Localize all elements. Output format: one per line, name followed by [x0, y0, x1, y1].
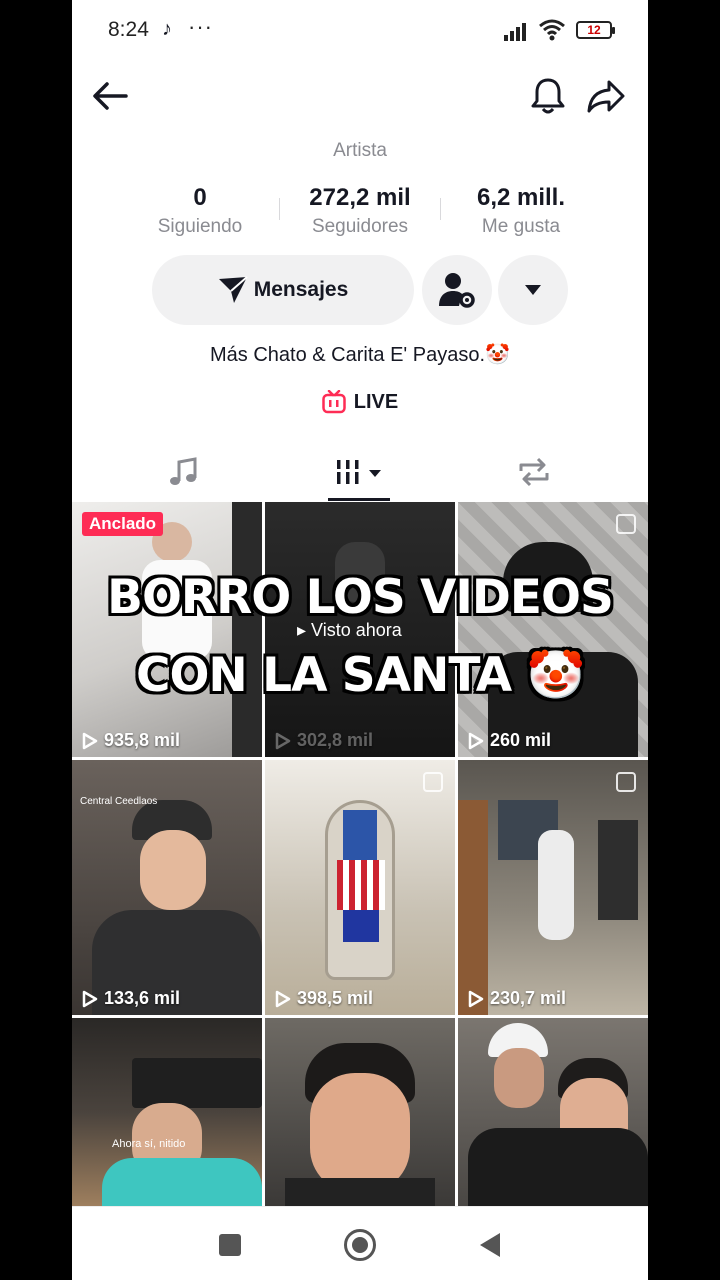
user-gear-icon	[439, 273, 475, 308]
multi-photo-icon	[423, 772, 443, 792]
status-time: 8:24	[108, 18, 149, 41]
video-grid: Anclado 935,8 mil ▸ Visto ahora 302,8 mi…	[72, 502, 648, 1206]
profile-tabs	[72, 440, 648, 502]
phone-screen: 8:24 ♪ ··· 12 Artista 0 Siguiendo 272,2 …	[72, 0, 648, 1280]
live-label: LIVE	[353, 390, 399, 413]
back-arrow-icon[interactable]	[88, 74, 132, 118]
live-link[interactable]: LIVE	[72, 390, 648, 414]
video-views: 302,8 mil	[275, 730, 373, 751]
battery-icon: 12	[576, 21, 615, 39]
video-view-count: 398,5 mil	[297, 988, 374, 1008]
repost-icon	[519, 457, 549, 487]
system-nav-bar	[72, 1206, 648, 1280]
stat-value: 0	[193, 184, 207, 211]
video-view-count: 133,6 mil	[104, 988, 181, 1008]
stat-following[interactable]: 0 Siguiendo	[120, 184, 280, 238]
play-outline-icon	[275, 732, 291, 749]
back-triangle-icon	[480, 1233, 500, 1257]
play-outline-icon	[82, 990, 98, 1007]
stat-value: 272,2 mil	[309, 184, 411, 211]
profile-bio: Más Chato & Carita E' Payaso.🤡	[210, 344, 510, 366]
video-thumbnail[interactable]	[458, 1018, 648, 1206]
stat-label: Me gusta	[481, 216, 561, 237]
play-outline-icon	[468, 990, 484, 1007]
live-tv-icon	[322, 390, 346, 414]
video-views: 133,6 mil	[82, 988, 180, 1009]
video-views: 260 mil	[468, 730, 551, 751]
recents-button[interactable]	[212, 1227, 248, 1263]
wifi-icon	[539, 19, 565, 41]
follow-settings-button[interactable]	[422, 255, 492, 325]
bell-icon[interactable]	[526, 74, 570, 118]
video-view-count: 302,8 mil	[297, 730, 374, 750]
more-notifications-icon: ···	[188, 14, 213, 39]
tab-music[interactable]	[152, 448, 216, 496]
back-button[interactable]	[472, 1227, 508, 1263]
video-view-count: 230,7 mil	[490, 988, 567, 1008]
video-thumbnail[interactable]: 260 mil	[458, 502, 648, 757]
recents-square-icon	[219, 1234, 241, 1256]
send-icon	[218, 276, 248, 303]
video-thumbnail[interactable]: Anclado 935,8 mil	[72, 502, 262, 757]
messages-button[interactable]: Mensajes	[152, 255, 414, 325]
tab-videos[interactable]	[328, 448, 392, 496]
stat-value: 6,2 mill.	[476, 184, 566, 211]
play-outline-icon	[275, 990, 291, 1007]
more-dropdown-button[interactable]	[498, 255, 568, 325]
profile-stats: 0 Siguiendo 272,2 mil Seguidores 6,2 mil…	[72, 184, 648, 244]
tiktok-notification-icon: ♪	[162, 18, 172, 40]
video-views: 230,7 mil	[468, 988, 566, 1009]
pinned-badge: Anclado	[82, 512, 164, 536]
video-caption: Ahora sí, nitido	[112, 1138, 186, 1150]
videos-grid-icon	[335, 460, 381, 484]
stat-label: Siguiendo	[157, 216, 243, 237]
overlay-text-line1: BORRO LOS VIDEOS	[107, 570, 614, 625]
video-view-count: 260 mil	[490, 730, 552, 750]
share-icon[interactable]	[584, 74, 628, 118]
video-views: 935,8 mil	[82, 730, 180, 751]
video-caption: Central Ceedlaos	[80, 796, 158, 807]
multi-photo-icon	[616, 772, 636, 792]
tab-reposts[interactable]	[502, 448, 566, 496]
video-view-count: 935,8 mil	[104, 730, 181, 750]
stat-likes[interactable]: 6,2 mill. Me gusta	[441, 184, 601, 238]
video-thumbnail[interactable]: 398,5 mil	[265, 760, 455, 1015]
home-button[interactable]	[342, 1227, 378, 1263]
profile-category: Artista	[333, 140, 387, 161]
overlay-text-line2: CON LA SANTA 🤡	[135, 648, 585, 703]
stat-followers[interactable]: 272,2 mil Seguidores	[280, 184, 440, 238]
play-outline-icon	[468, 732, 484, 749]
stat-label: Seguidores	[311, 216, 409, 237]
music-note-icon	[170, 457, 197, 485]
caret-down-icon	[525, 285, 541, 295]
multi-photo-icon	[616, 514, 636, 534]
video-thumbnail[interactable]: ▸ Visto ahora 302,8 mil	[265, 502, 455, 757]
video-thumbnail[interactable]	[265, 1018, 455, 1206]
active-tab-indicator	[328, 498, 390, 501]
video-thumbnail[interactable]: Central Ceedlaos 133,6 mil	[72, 760, 262, 1015]
play-outline-icon	[82, 732, 98, 749]
video-thumbnail[interactable]: Ahora sí, nitido	[72, 1018, 262, 1206]
video-views: 398,5 mil	[275, 988, 373, 1009]
signal-icon	[504, 23, 526, 41]
status-bar: 8:24 ♪ ··· 12	[72, 0, 648, 64]
messages-button-label: Mensajes	[253, 278, 349, 301]
video-thumbnail[interactable]: 230,7 mil	[458, 760, 648, 1015]
home-circle-icon	[344, 1229, 376, 1261]
